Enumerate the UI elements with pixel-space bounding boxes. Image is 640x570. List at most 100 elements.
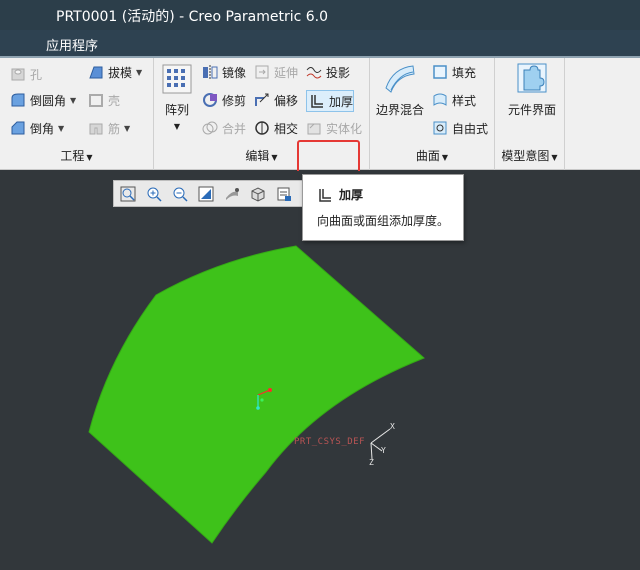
draft-label: 拔模 — [108, 65, 133, 80]
zoom-out-icon[interactable] — [170, 184, 190, 204]
trim-command[interactable]: 修剪 — [202, 90, 246, 110]
thin-surface-quilt[interactable] — [88, 245, 425, 544]
surfaces-group: 边界混合 填充 样式 自由式 曲面 ▼ — [370, 58, 495, 170]
rib-icon — [88, 120, 104, 136]
freestyle-label: 自由式 — [452, 121, 489, 136]
engineering-group: 孔 拔模 ▼ 倒圆角 ▼ 壳 倒角 ▼ 筋 ▼ 工程 ▼ — [0, 58, 154, 170]
round-label: 倒圆角 — [30, 93, 67, 108]
intersect-command[interactable]: 相交 — [254, 118, 298, 138]
offset-icon — [254, 92, 270, 108]
csys-axis-x-label: X — [390, 422, 395, 431]
solidify-icon — [306, 120, 322, 136]
pattern-label: 阵列 — [164, 103, 189, 117]
saved-views-icon[interactable] — [248, 184, 268, 204]
rib-command[interactable]: 筋 ▼ — [88, 118, 130, 138]
shell-label: 壳 — [108, 93, 121, 108]
mirror-icon — [202, 64, 218, 80]
merge-icon — [202, 120, 218, 136]
csys-axis-z-label: Z — [369, 458, 374, 467]
round-command[interactable]: 倒圆角 ▼ — [10, 90, 76, 110]
model-intent-group-label[interactable]: 模型意图 ▼ — [495, 147, 564, 164]
zoom-in-icon[interactable] — [144, 184, 164, 204]
trim-icon — [202, 92, 218, 108]
freestyle-icon — [432, 120, 448, 136]
display-style-icon[interactable] — [274, 184, 294, 204]
style-label: 样式 — [452, 93, 477, 108]
perspective-icon[interactable] — [222, 184, 242, 204]
pattern-icon — [162, 64, 192, 97]
style-icon — [432, 92, 448, 108]
intersect-label: 相交 — [274, 121, 299, 136]
rib-label: 筋 — [108, 121, 121, 136]
chevron-down-icon: ▼ — [86, 153, 93, 162]
extend-icon — [254, 64, 270, 80]
thicken-icon — [309, 93, 325, 109]
component-interface-command[interactable]: 元件界面 — [501, 62, 563, 118]
component-interface-icon — [516, 62, 548, 97]
fill-icon — [432, 64, 448, 80]
offset-label: 偏移 — [274, 93, 299, 108]
draft-icon — [88, 64, 104, 80]
hole-label: 孔 — [30, 67, 43, 82]
boundary-blend-icon — [383, 62, 417, 97]
project-label: 投影 — [326, 65, 351, 80]
chevron-down-icon: ▼ — [271, 153, 278, 162]
hole-icon — [10, 66, 26, 82]
merge-command[interactable]: 合并 — [202, 118, 246, 138]
surfaces-group-label[interactable]: 曲面 ▼ — [370, 147, 494, 164]
shell-icon — [88, 92, 104, 108]
project-icon — [306, 64, 322, 80]
thicken-icon — [317, 187, 333, 206]
graphics-toolbar — [113, 180, 303, 207]
app-menu-tab[interactable]: 应用程序 — [46, 35, 98, 54]
intersect-icon — [254, 120, 270, 136]
chamfer-label: 倒角 — [30, 121, 55, 136]
offset-command[interactable]: 偏移 — [254, 90, 298, 110]
shell-command[interactable]: 壳 — [88, 90, 120, 110]
extend-label: 延伸 — [274, 65, 299, 80]
merge-label: 合并 — [222, 121, 247, 136]
solidify-command[interactable]: 实体化 — [306, 118, 362, 138]
solidify-label: 实体化 — [326, 121, 363, 136]
mirror-command[interactable]: 镜像 — [202, 62, 246, 82]
tooltip-description: 向曲面或面组添加厚度。 — [317, 214, 450, 228]
chevron-down-icon[interactable]: ▼ — [70, 96, 76, 105]
window-title: PRT0001 (活动的) - Creo Parametric 6.0 — [56, 9, 329, 25]
chevron-down-icon[interactable]: ▼ — [124, 124, 130, 133]
csys-axis-y-label: Y — [381, 446, 386, 455]
chevron-down-icon[interactable]: ▼ — [136, 68, 142, 77]
chevron-down-icon: ▼ — [551, 153, 558, 162]
extend-command[interactable]: 延伸 — [254, 62, 298, 82]
draft-command[interactable]: 拔模 ▼ — [88, 62, 142, 82]
thicken-command[interactable]: 加厚 — [306, 90, 355, 112]
thicken-label: 加厚 — [329, 94, 354, 109]
tooltip-title: 加厚 — [339, 188, 364, 202]
project-command[interactable]: 投影 — [306, 62, 350, 82]
fill-label: 填充 — [452, 65, 477, 80]
round-icon — [10, 92, 26, 108]
style-command[interactable]: 样式 — [432, 90, 476, 110]
thicken-tooltip: 加厚 向曲面或面组添加厚度。 — [302, 174, 464, 241]
chamfer-command[interactable]: 倒角 ▼ — [10, 118, 64, 138]
fill-command[interactable]: 填充 — [432, 62, 476, 82]
chevron-down-icon: ▼ — [441, 153, 449, 162]
mirror-label: 镜像 — [222, 65, 247, 80]
window-titlebar: PRT0001 (活动的) - Creo Parametric 6.0 — [0, 0, 640, 30]
trim-label: 修剪 — [222, 93, 247, 108]
component-interface-label: 元件界面 — [507, 103, 556, 117]
chevron-down-icon[interactable]: ▼ — [58, 124, 64, 133]
boundary-blend-command[interactable]: 边界混合 — [374, 62, 426, 118]
engineering-group-label[interactable]: 工程 ▼ — [0, 147, 153, 164]
ribbon: 孔 拔模 ▼ 倒圆角 ▼ 壳 倒角 ▼ 筋 ▼ 工程 ▼ 阵列 ▼ 镜像 延伸 … — [0, 58, 640, 174]
pattern-command[interactable]: 阵列 ▼ — [160, 64, 194, 131]
csys-name-label: PRT_CSYS_DEF — [294, 437, 366, 447]
chamfer-icon — [10, 120, 26, 136]
refit-icon[interactable] — [118, 184, 138, 204]
model-intent-group: 元件界面 模型意图 ▼ — [495, 58, 565, 170]
hole-command[interactable]: 孔 — [10, 64, 42, 84]
freestyle-command[interactable]: 自由式 — [432, 118, 488, 138]
thicken-highlight — [297, 140, 360, 174]
menubar: 应用程序 — [0, 30, 640, 58]
repaint-icon[interactable] — [196, 184, 216, 204]
chevron-down-icon[interactable]: ▼ — [174, 122, 180, 131]
